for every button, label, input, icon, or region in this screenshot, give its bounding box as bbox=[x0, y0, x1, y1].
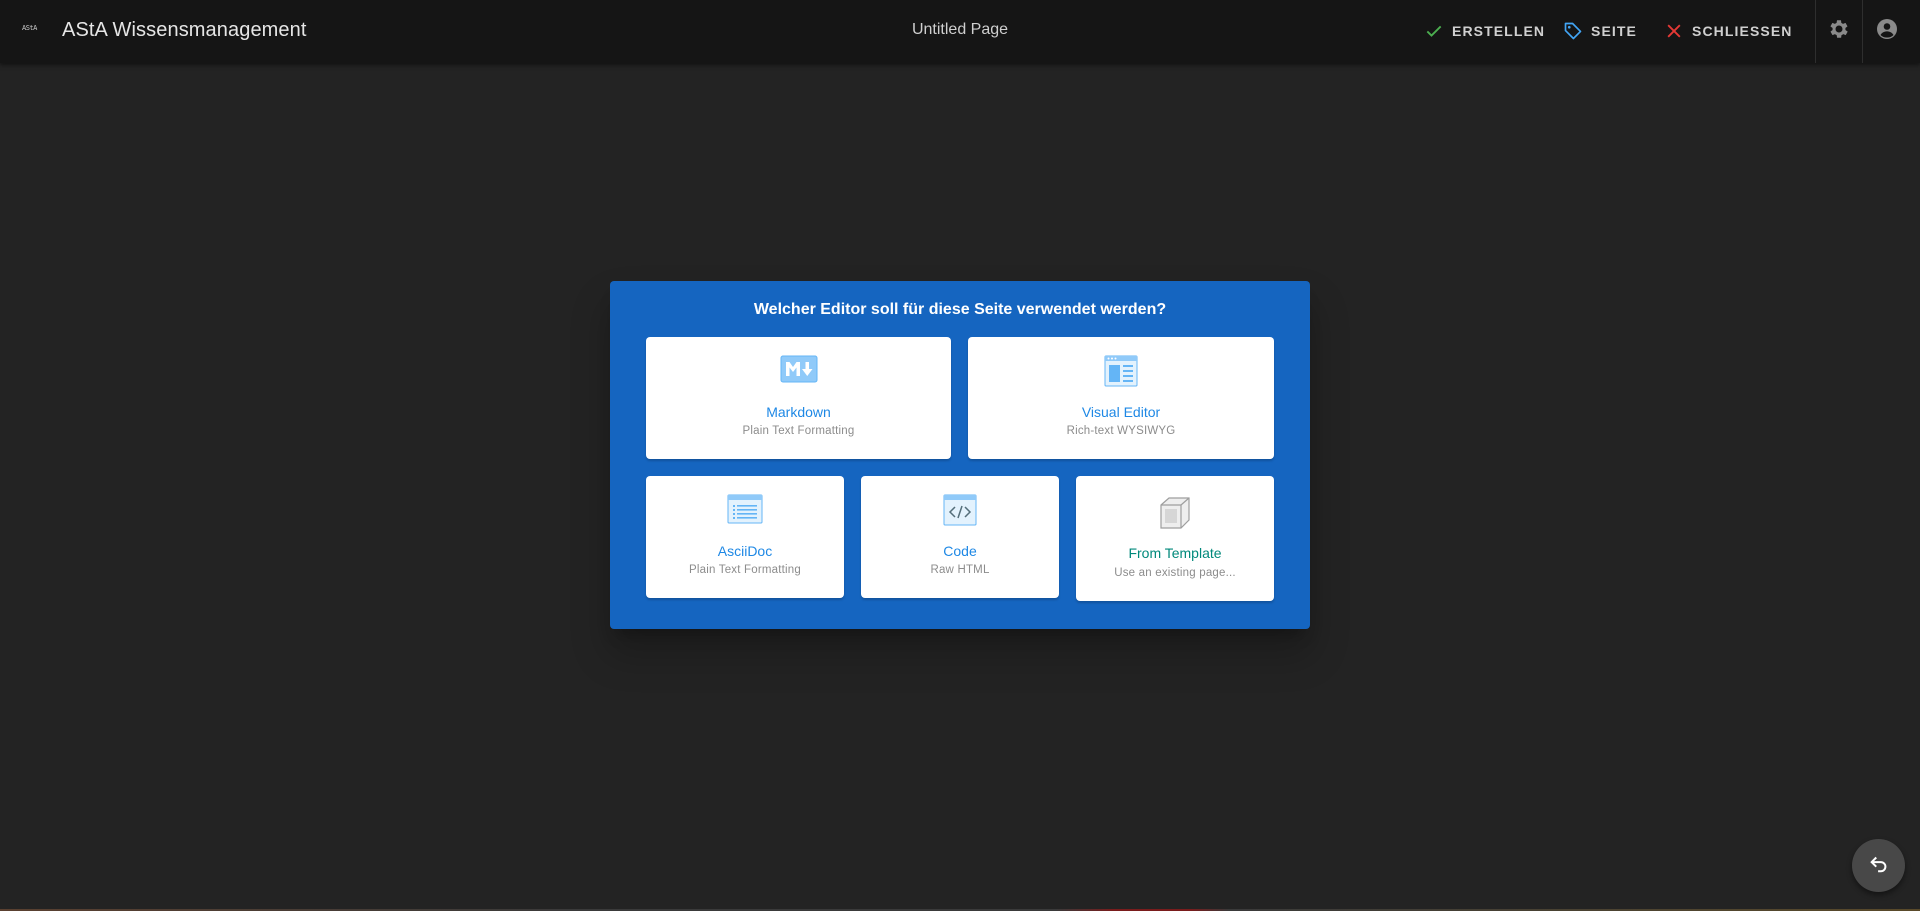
editor-card-code[interactable]: Code Raw HTML bbox=[861, 476, 1059, 598]
editor-card-asciidoc[interactable]: AsciiDoc Plain Text Formatting bbox=[646, 476, 844, 598]
editor-card-from-template[interactable]: From Template Use an existing page... bbox=[1076, 476, 1274, 601]
editor-card-label: Visual Editor bbox=[1081, 404, 1161, 420]
page-properties-button[interactable]: SEITE bbox=[1563, 19, 1637, 43]
editor-card-visual-editor[interactable]: Visual Editor Rich-text WYSIWYG bbox=[968, 337, 1274, 459]
dialog-title: Welcher Editor soll für diese Seite verw… bbox=[753, 301, 1167, 318]
account-button[interactable] bbox=[1864, 0, 1910, 63]
editor-card-subtitle: Rich-text WYSIWYG bbox=[1066, 425, 1176, 437]
toolbar-divider bbox=[1862, 0, 1863, 63]
code-icon bbox=[943, 494, 977, 531]
visual-editor-icon bbox=[1104, 355, 1138, 392]
close-button-label: SCHLIESSEN bbox=[1692, 23, 1793, 39]
template-cube-icon bbox=[1157, 496, 1193, 535]
tag-icon bbox=[1563, 21, 1583, 41]
editor-selection-dialog: Welcher Editor soll für diese Seite verw… bbox=[610, 281, 1310, 629]
editor-card-label: Code bbox=[943, 543, 977, 559]
app-logo[interactable]: AStA bbox=[22, 21, 42, 35]
markdown-icon bbox=[780, 355, 818, 388]
gear-icon bbox=[1827, 17, 1851, 46]
undo-icon bbox=[1868, 852, 1890, 879]
editor-card-subtitle: Use an existing page... bbox=[1114, 567, 1236, 579]
page-button-label: SEITE bbox=[1591, 23, 1637, 39]
editor-card-subtitle: Raw HTML bbox=[930, 564, 990, 576]
editor-card-subtitle: Plain Text Formatting bbox=[742, 425, 855, 437]
editor-card-label: From Template bbox=[1128, 545, 1222, 561]
close-icon bbox=[1664, 21, 1684, 41]
editor-card-subtitle: Plain Text Formatting bbox=[688, 564, 801, 576]
editor-card-markdown[interactable]: Markdown Plain Text Formatting bbox=[646, 337, 951, 459]
create-button[interactable]: ERSTELLEN bbox=[1424, 19, 1545, 43]
app-title[interactable]: AStA Wissensmanagement bbox=[62, 19, 307, 42]
page-title: Untitled Page bbox=[911, 21, 1009, 38]
editor-card-label: AsciiDoc bbox=[717, 543, 773, 559]
top-app-bar: AStA AStA Wissensmanagement Untitled Pag… bbox=[0, 0, 1920, 63]
check-icon bbox=[1424, 21, 1444, 41]
editor-card-label: Markdown bbox=[766, 404, 831, 420]
account-circle-icon bbox=[1875, 17, 1899, 46]
close-button[interactable]: SCHLIESSEN bbox=[1664, 19, 1792, 43]
settings-button[interactable] bbox=[1816, 0, 1862, 63]
asciidoc-icon bbox=[727, 494, 763, 529]
create-button-label: ERSTELLEN bbox=[1452, 23, 1546, 39]
undo-button[interactable] bbox=[1852, 839, 1905, 892]
